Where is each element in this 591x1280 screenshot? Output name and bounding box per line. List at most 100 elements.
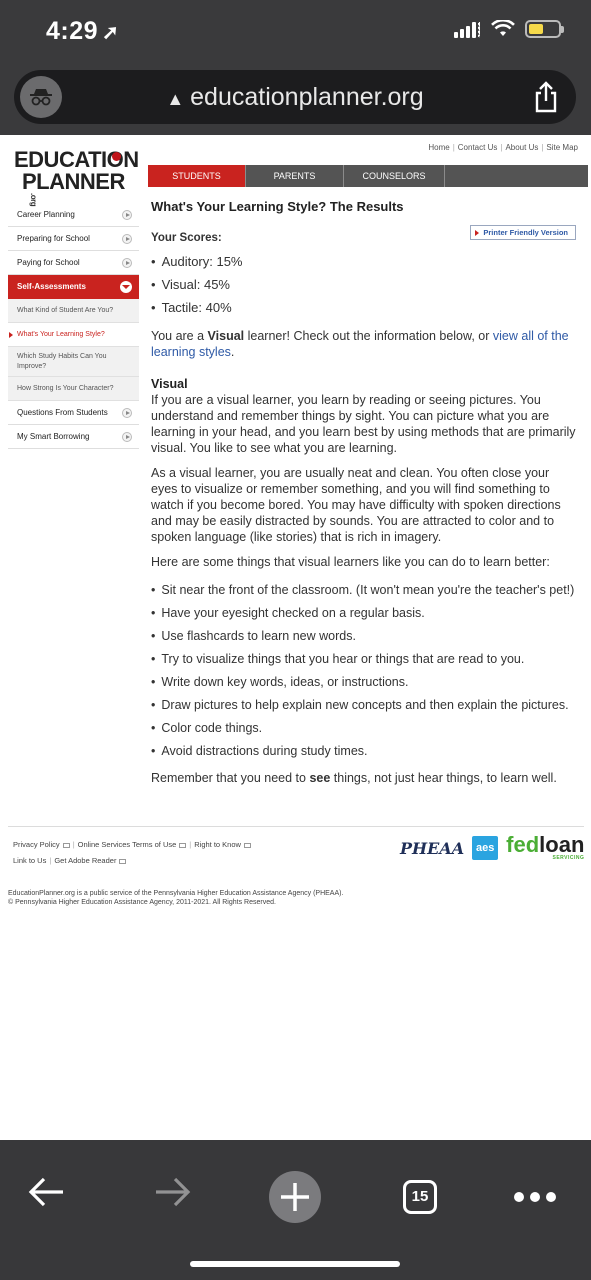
sidebar-subitem-label: Which Study Habits Can You Improve? — [17, 352, 107, 370]
right-to-know-link[interactable]: Right to Know — [194, 840, 241, 849]
closing-text: Remember that you need to see things, no… — [151, 770, 576, 786]
share-icon[interactable] — [532, 81, 560, 113]
sidebar-item-label: Paying for School — [17, 258, 80, 267]
forward-arrow-icon[interactable] — [152, 1177, 192, 1207]
tips-list: Sit near the front of the classroom. (It… — [151, 582, 576, 759]
sidebar-section-label: Self-Assessments — [17, 282, 86, 291]
browser-bottom-toolbar: 15 — [0, 1140, 591, 1280]
chevron-right-icon — [122, 234, 132, 244]
main-nav: STUDENTS PARENTS COUNSELORS — [148, 165, 588, 187]
score-tactile: Tactile: 40% — [151, 298, 576, 321]
list-item: Color code things. — [151, 720, 576, 736]
sidebar-subitem-label: What Kind of Student Are You? — [17, 307, 114, 314]
apple-logo-icon — [112, 152, 121, 161]
url-label: educationplanner.org — [190, 83, 424, 111]
chevron-right-icon — [122, 408, 132, 418]
score-visual: Visual: 45% — [151, 275, 576, 298]
url-display[interactable]: ▲ educationplanner.org — [14, 83, 576, 112]
home-indicator[interactable] — [190, 1261, 400, 1267]
home-link[interactable]: Home — [428, 143, 449, 152]
sidebar-item-career-planning[interactable]: Career Planning — [8, 203, 139, 227]
sidebar-subitem-label: How Strong Is Your Character? — [17, 385, 114, 392]
sidebar-item-paying-for-school[interactable]: Paying for School — [8, 251, 139, 275]
list-item: Avoid distractions during study times. — [151, 743, 576, 759]
paragraph-1: If you are a visual learner, you learn b… — [151, 393, 576, 455]
sidebar-item-label: Preparing for School — [17, 234, 90, 243]
address-bar[interactable]: ▲ educationplanner.org — [14, 70, 576, 124]
sidebar-subitem-label: What's Your Learning Style? — [17, 331, 105, 338]
fedloan-logo[interactable]: fedloan SERVICING — [506, 832, 585, 862]
utility-links: Home | Contact Us | About Us | Site Map — [428, 143, 578, 152]
sidebar-section-self-assessments[interactable]: Self-Assessments — [8, 275, 139, 299]
back-arrow-icon[interactable] — [27, 1177, 67, 1207]
sidebar-item-smart-borrowing[interactable]: My Smart Borrowing — [8, 425, 139, 449]
list-item: Have your eyesight checked on a regular … — [151, 605, 576, 621]
pheaa-logo[interactable]: PHEAA — [400, 839, 464, 858]
web-page: EDUCATION PLANNER.org Home | Contact Us | Ab… — [0, 135, 591, 1140]
closing-pre: Remember that you need to — [151, 771, 310, 785]
result-post: learner! Check out the information below… — [244, 329, 493, 343]
chevron-right-icon — [122, 258, 132, 268]
terms-link[interactable]: Online Services Terms of Use — [78, 840, 177, 849]
copyright-line-1: EducationPlanner.org is a public service… — [8, 890, 344, 897]
new-tab-button[interactable] — [269, 1171, 321, 1223]
printer-friendly-label: Printer Friendly Version — [483, 228, 568, 237]
play-arrow-icon — [475, 230, 480, 236]
sidebar-item-label: Career Planning — [17, 210, 75, 219]
sidebar-subitem-student-type[interactable]: What Kind of Student Are You? — [8, 299, 139, 323]
paragraph-3: Here are some things that visual learner… — [151, 555, 550, 569]
status-bar: 4:29 ➚ — [0, 0, 591, 64]
paragraph-2: As a visual learner, you are usually nea… — [151, 466, 561, 544]
sidebar-item-questions[interactable]: Questions From Students — [8, 401, 139, 425]
more-menu-icon[interactable] — [514, 1192, 556, 1202]
adobe-reader-link[interactable]: Get Adobe Reader — [54, 856, 116, 865]
tab-counselors[interactable]: COUNSELORS — [344, 165, 445, 187]
chevron-down-icon — [120, 281, 132, 293]
sidebar-subitem-study-habits[interactable]: Which Study Habits Can You Improve? — [8, 347, 139, 377]
scores-row: Your Scores: Printer Friendly Version — [151, 225, 576, 246]
sidebar-subitem-learning-style[interactable]: What's Your Learning Style? — [8, 323, 139, 347]
external-link-icon — [243, 842, 251, 848]
link-to-us-link[interactable]: Link to Us — [13, 856, 46, 865]
battery-level — [529, 24, 543, 34]
wifi-icon — [491, 20, 515, 36]
contact-us-link[interactable]: Contact Us — [458, 143, 498, 152]
tab-switcher-button[interactable]: 15 — [403, 1180, 437, 1214]
list-item: Try to visualize things that you hear or… — [151, 651, 576, 667]
cellular-signal-icon — [454, 20, 481, 38]
main-content: What's Your Learning Style? The Results … — [151, 199, 576, 786]
sidebar-item-label: My Smart Borrowing — [17, 432, 90, 441]
external-link-icon — [119, 858, 127, 864]
result-style: Visual — [207, 329, 245, 343]
external-link-icon — [179, 842, 187, 848]
not-secure-warning-icon: ▲ — [166, 89, 185, 109]
list-item: Sit near the front of the classroom. (It… — [151, 582, 576, 598]
sidebar: Career Planning Preparing for School Pay… — [8, 203, 139, 449]
sidebar-subitem-character[interactable]: How Strong Is Your Character? — [8, 377, 139, 401]
chevron-right-icon — [122, 432, 132, 442]
closing-bold: see — [309, 771, 331, 785]
about-us-link[interactable]: About Us — [505, 143, 538, 152]
list-item: Use flashcards to learn new words. — [151, 628, 576, 644]
fedloan-logo-b: loan — [539, 832, 585, 857]
printer-friendly-button[interactable]: Printer Friendly Version — [470, 225, 576, 240]
footer-links: Privacy Policy | Online Services Terms of … — [13, 837, 251, 869]
battery-icon — [525, 20, 564, 38]
section-heading: Visual — [151, 377, 188, 391]
tab-students[interactable]: STUDENTS — [148, 165, 246, 187]
list-item: Draw pictures to help explain new concep… — [151, 697, 576, 713]
site-map-link[interactable]: Site Map — [546, 143, 578, 152]
location-arrow-icon: ➚ — [102, 22, 120, 44]
footer-divider — [8, 826, 584, 827]
sidebar-item-preparing-for-school[interactable]: Preparing for School — [8, 227, 139, 251]
aes-logo[interactable]: aes — [472, 836, 499, 860]
plus-icon — [281, 1183, 309, 1211]
copyright-line-2: © Pennsylvania Higher Education Assistan… — [8, 899, 276, 906]
privacy-policy-link[interactable]: Privacy Policy — [13, 840, 60, 849]
browser-toolbar: ▲ educationplanner.org — [0, 64, 591, 135]
tab-parents[interactable]: PARENTS — [246, 165, 344, 187]
status-icons — [454, 20, 564, 38]
chevron-right-icon — [122, 210, 132, 220]
partner-logos: PHEAA aes fedloan SERVICING — [400, 833, 584, 863]
scores-heading: Your Scores: — [151, 232, 222, 244]
